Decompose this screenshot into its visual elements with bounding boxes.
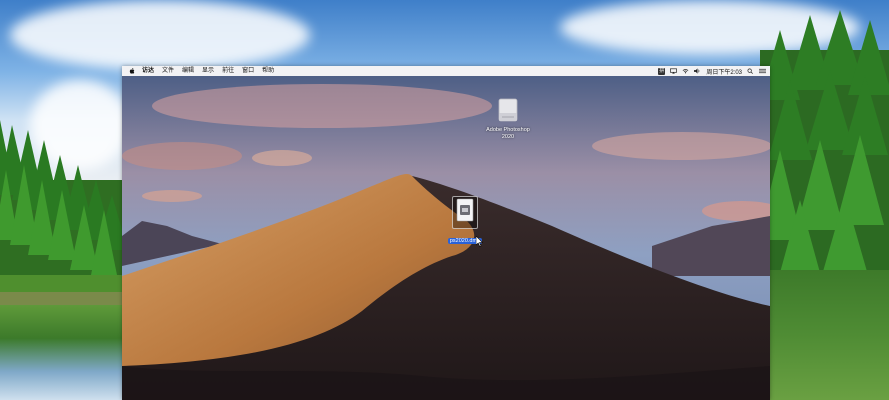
- volume-icon[interactable]: [694, 68, 701, 74]
- airplay-icon[interactable]: [670, 68, 678, 74]
- status-area: 拼 周日下午2:03: [658, 66, 766, 76]
- menu-edit[interactable]: 编辑: [182, 66, 194, 76]
- menu-help[interactable]: 帮助: [262, 66, 274, 76]
- menu-file[interactable]: 文件: [162, 66, 174, 76]
- input-method-indicator[interactable]: 拼: [658, 67, 666, 75]
- mouse-cursor-icon: [476, 236, 484, 247]
- menu-bar: 访达 文件 编辑 显示 前往 窗口 帮助 拼 周日下午2:03: [122, 66, 770, 76]
- right-forest: [760, 10, 889, 300]
- left-forest: [0, 120, 125, 305]
- search-icon[interactable]: [747, 68, 754, 74]
- wifi-icon[interactable]: [682, 68, 689, 74]
- menu-go[interactable]: 前往: [222, 66, 234, 76]
- mac-screen: 访达 文件 编辑 显示 前往 窗口 帮助 拼 周日下午2:03 Adobe Ph…: [122, 66, 770, 400]
- lake-reflection: [0, 305, 125, 400]
- notification-center-icon[interactable]: [759, 68, 766, 74]
- menu-window[interactable]: 窗口: [242, 66, 254, 76]
- grass: [770, 270, 889, 400]
- desktop: Adobe Photoshop 2020 ps2020.dmg: [122, 76, 770, 400]
- menu-clock[interactable]: 周日下午2:03: [706, 67, 742, 76]
- menu-finder[interactable]: 访达: [142, 66, 154, 76]
- menu-view[interactable]: 显示: [202, 66, 214, 76]
- removable-drive-icon: [498, 98, 518, 122]
- apple-menu-icon[interactable]: [128, 67, 136, 75]
- icon-label-sub: 2020: [501, 134, 515, 140]
- desktop-icon-photoshop-volume[interactable]: Adobe Photoshop 2020: [482, 98, 534, 141]
- shoreline: [0, 292, 125, 306]
- cloud: [10, 0, 310, 70]
- icon-label: Adobe Photoshop: [486, 127, 530, 133]
- disk-image-icon: [456, 198, 474, 222]
